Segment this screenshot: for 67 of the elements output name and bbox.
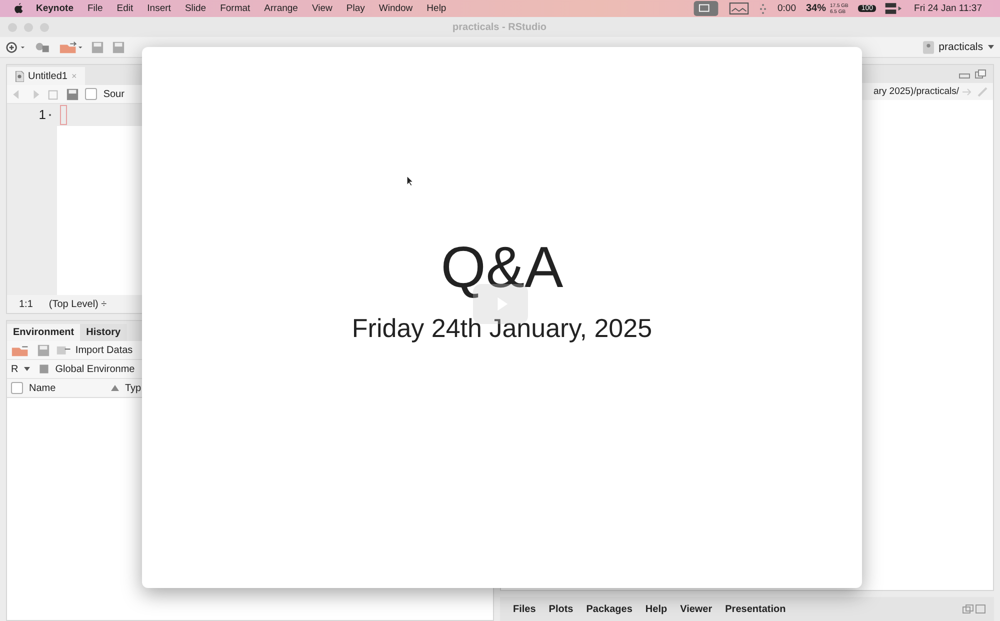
cursor-position: 1:1 xyxy=(19,298,33,310)
scope-selector[interactable]: (Top Level) ÷ xyxy=(48,298,107,310)
popout-icon[interactable] xyxy=(47,88,60,100)
file-path[interactable]: ary 2025)/practicals/ xyxy=(873,86,959,97)
fold-marker-icon xyxy=(49,114,51,116)
column-header[interactable]: Typ xyxy=(125,382,142,394)
caret-icon[interactable] xyxy=(24,367,30,371)
select-all-checkbox[interactable] xyxy=(11,382,23,394)
import-dataset-button[interactable]: Import Datas xyxy=(56,344,133,356)
open-project-icon[interactable] xyxy=(34,40,52,54)
menu-item[interactable]: Play xyxy=(346,3,365,14)
menu-item[interactable]: Insert xyxy=(147,3,171,14)
save-all-icon[interactable] xyxy=(112,40,126,54)
language-selector[interactable]: R xyxy=(11,364,18,374)
text-cursor xyxy=(60,105,67,125)
zoom-button[interactable] xyxy=(40,22,49,32)
pane-tab[interactable]: History xyxy=(80,324,127,341)
menu-item[interactable]: Arrange xyxy=(264,3,298,14)
pencil-icon[interactable] xyxy=(976,86,989,96)
pane-tab[interactable]: Packages xyxy=(581,604,638,614)
maximize-pane-icon[interactable] xyxy=(974,69,987,79)
editor-tab[interactable]: Untitled1 × xyxy=(7,67,85,85)
window-title: practicals - RStudio xyxy=(452,22,548,32)
folder-icon[interactable] xyxy=(59,40,84,54)
timer-text[interactable]: 0:00 xyxy=(777,3,796,14)
checkbox-label: Sour xyxy=(103,88,124,100)
caret-icon xyxy=(988,45,994,49)
save-icon[interactable] xyxy=(37,344,50,356)
save-icon[interactable] xyxy=(91,40,104,54)
menu-item[interactable]: File xyxy=(87,3,103,14)
cpu-percent[interactable]: 34% xyxy=(806,3,826,14)
menu-item[interactable]: Edit xyxy=(116,3,134,14)
menu-item[interactable]: Window xyxy=(378,3,413,14)
pane-tab[interactable]: Help xyxy=(640,604,672,614)
slide-subtitle: Friday 24th January, 2025 xyxy=(352,313,652,344)
menu-item[interactable]: Slide xyxy=(184,3,206,14)
save-icon[interactable] xyxy=(66,88,80,100)
slide-title: Q&A xyxy=(440,237,564,299)
menu-item[interactable]: View xyxy=(312,3,332,14)
back-forward-icon[interactable] xyxy=(11,88,42,100)
new-file-icon[interactable] xyxy=(6,40,26,54)
dots-icon[interactable] xyxy=(759,2,768,14)
pane-tab[interactable]: Files xyxy=(508,604,541,614)
project-menu[interactable]: practicals xyxy=(922,40,994,54)
pane-tab[interactable]: Environment xyxy=(7,324,80,341)
mouse-pointer-icon xyxy=(406,175,414,187)
display-icon[interactable] xyxy=(729,2,750,15)
file-icon xyxy=(15,70,24,82)
pane-tab[interactable]: Viewer xyxy=(675,604,718,614)
arrow-icon[interactable] xyxy=(961,86,974,96)
environment-selector[interactable]: Global Environme xyxy=(36,363,135,375)
pane-tab[interactable]: Plots xyxy=(544,604,578,614)
minimize-button[interactable] xyxy=(24,22,33,32)
apple-icon[interactable] xyxy=(14,2,24,14)
tab-title: Untitled1 xyxy=(28,70,68,82)
sort-icon xyxy=(111,385,119,391)
column-header[interactable]: Name xyxy=(29,382,105,394)
checkbox[interactable] xyxy=(85,88,98,100)
restore-pane-icon[interactable] xyxy=(962,604,986,614)
close-button[interactable] xyxy=(8,22,17,32)
menu-item[interactable]: Format xyxy=(220,3,250,14)
pane-tab[interactable]: Presentation xyxy=(720,604,791,614)
clock-text[interactable]: Fri 24 Jan 11:37 xyxy=(914,3,982,14)
project-icon xyxy=(922,40,934,54)
menu-item[interactable]: Help xyxy=(426,3,446,14)
line-number: 1 xyxy=(38,107,46,122)
app-menu[interactable]: Keynote xyxy=(36,3,74,14)
